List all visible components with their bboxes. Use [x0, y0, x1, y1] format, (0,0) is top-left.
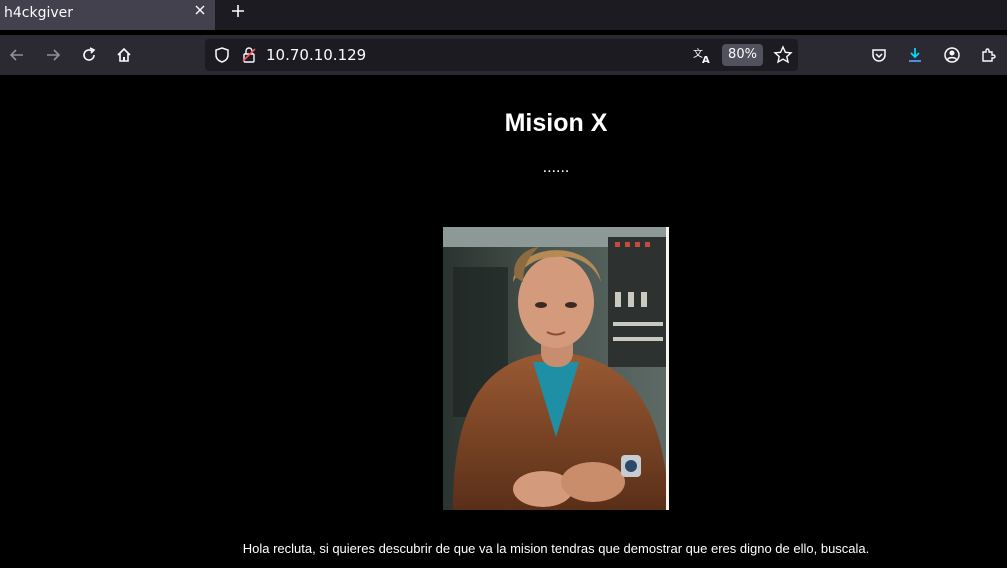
reload-icon	[83, 47, 96, 61]
account-button[interactable]	[940, 43, 964, 67]
page-title: Mision X	[504, 109, 608, 137]
bookmark-star-icon[interactable]	[773, 45, 793, 69]
downloads-button[interactable]	[903, 43, 927, 67]
svg-text:A: A	[702, 55, 710, 65]
tab-strip: h4ckgiver	[0, 0, 1007, 30]
back-button[interactable]	[5, 43, 29, 67]
new-tab-button[interactable]	[229, 3, 247, 21]
navigation-toolbar: 10.70.10.129 文A 80%	[0, 35, 1007, 75]
pocket-icon	[872, 49, 886, 62]
account-icon	[944, 47, 960, 63]
pocket-button[interactable]	[867, 43, 891, 67]
forward-icon	[47, 49, 61, 61]
downloads-icon	[909, 48, 921, 62]
dots-text: ......	[542, 159, 570, 176]
home-button[interactable]	[112, 43, 136, 67]
translate-icon[interactable]: 文A	[692, 45, 712, 69]
tab-title: h4ckgiver	[4, 5, 74, 21]
portrait-image	[443, 227, 669, 510]
forward-button[interactable]	[41, 43, 65, 67]
page-content: Mision X ...... Hola recluta, si quieres…	[0, 75, 1007, 568]
extensions-button[interactable]	[976, 43, 1000, 67]
url-text[interactable]: 10.70.10.129	[266, 46, 366, 64]
insecure-lock-icon[interactable]	[240, 46, 258, 68]
extensions-icon	[982, 48, 996, 62]
caption-text: Hola recluta, si quieres descubrir de qu…	[242, 541, 870, 556]
back-icon	[9, 49, 23, 61]
shield-icon[interactable]	[213, 46, 231, 68]
browser-tab[interactable]: h4ckgiver	[0, 0, 215, 30]
home-icon	[117, 47, 131, 62]
reload-button[interactable]	[77, 43, 101, 67]
close-icon[interactable]	[193, 4, 207, 18]
url-bar[interactable]: 10.70.10.129 文A 80%	[205, 39, 798, 71]
zoom-level-button[interactable]: 80%	[722, 44, 763, 66]
plus-icon	[232, 5, 244, 17]
